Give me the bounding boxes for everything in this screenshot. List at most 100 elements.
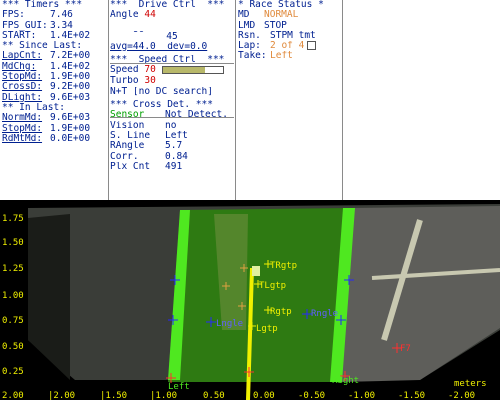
since-label[interactable]: LapCnt:: [2, 51, 50, 61]
y-tick: 1.25: [2, 264, 24, 274]
angle-row: Angle 44: [110, 10, 234, 20]
in-row[interactable]: RdMtMd: 0.0E+00: [2, 134, 106, 144]
lngle-label: Lngle: [216, 319, 243, 329]
cross-row: Sensor Not Detect.: [110, 110, 234, 120]
cross-row: Vision no: [110, 121, 234, 131]
pix-count-label: Plx Cnt: [110, 161, 151, 172]
in-value: 1.9E+00: [50, 123, 91, 134]
speed-row[interactable]: Speed 70: [110, 65, 234, 76]
timer-row: START: 1.4E+02: [2, 31, 106, 41]
rngle-label: Rngle: [311, 309, 338, 319]
target-box: [252, 266, 260, 276]
pix-count-value: 491: [165, 161, 183, 172]
since-value: 1.9E+00: [50, 72, 91, 83]
in-row[interactable]: NormMd: 9.6E+03: [2, 113, 106, 123]
corr-label: Corr.: [110, 151, 139, 162]
x-tick: 0.50: [203, 391, 225, 400]
avg-row[interactable]: avg=44.0 dev=0.0: [110, 42, 234, 52]
cross-det-header: *** Cross Det. ***: [110, 100, 213, 111]
since-label[interactable]: CrossD:: [2, 82, 50, 92]
y-axis: 1.75 1.50 1.25 1.00 0.75 0.50 0.25: [2, 214, 24, 377]
x-tick: -1.00: [348, 391, 375, 400]
reason-value: STPM tmt: [270, 30, 316, 41]
right-label: Right: [332, 376, 359, 386]
y-tick: 1.50: [2, 238, 24, 248]
in-label[interactable]: StopMd:: [2, 124, 50, 134]
since-value: 9.6E+03: [50, 92, 91, 103]
race-status-panel: * Race Status * MD NORMAL LMD STOP Rsn. STP…: [238, 0, 340, 200]
search-row[interactable]: N+T [no DC search]: [110, 87, 234, 97]
timer-value: 7.46: [50, 10, 73, 21]
y-tick: 1.75: [2, 214, 24, 224]
in-label[interactable]: NormMd:: [2, 113, 50, 123]
start-line-value: Left: [165, 130, 188, 141]
search-mode-text[interactable]: N+T [no DC search]: [110, 87, 213, 97]
since-value: 1.4E+02: [50, 61, 91, 72]
sensor-value: Not Detect.: [165, 110, 228, 121]
y-tick: 0.50: [2, 342, 24, 352]
reason-row: Rsn. STPM tmt: [238, 31, 340, 41]
last-mode-label: LMD: [238, 20, 256, 31]
speed-bar[interactable]: [161, 65, 224, 74]
cross-row: Corr. 0.84: [110, 152, 234, 162]
divider: [342, 0, 343, 200]
since-label[interactable]: MdChg:: [2, 62, 50, 72]
since-row[interactable]: StopMd: 1.9E+00: [2, 72, 106, 82]
lap-value[interactable]: 2 of 4: [270, 41, 304, 51]
cross-row: RAngle 5.7: [110, 141, 234, 151]
sensor-label: Sensor: [110, 110, 145, 121]
since-label[interactable]: StopMd:: [2, 72, 50, 82]
timer-label: START:: [2, 30, 37, 41]
x-tick: |1.00: [150, 391, 177, 400]
last-mode-value: STOP: [264, 20, 287, 31]
in-last-header: ** In Last:: [2, 102, 65, 113]
since-row[interactable]: LapCnt: 7.2E+00: [2, 51, 106, 61]
x-tick: 2.00: [2, 391, 24, 400]
timers-header: *** Timers ***: [2, 0, 83, 10]
unit-label: meters: [454, 379, 487, 389]
reason-label: Rsn.: [238, 30, 261, 41]
tr-gtp-label: TRgtp: [270, 261, 297, 271]
since-row[interactable]: MdChg: 1.4E+02: [2, 62, 106, 72]
f7-label: F7: [400, 344, 411, 354]
since-row[interactable]: DLight: 9.6E+03: [2, 93, 106, 103]
y-tick: 1.00: [2, 291, 24, 301]
speed-value: 70: [144, 65, 156, 76]
track-lane: [168, 208, 352, 382]
lap-label: Lap:: [238, 41, 261, 52]
avg-dev-text[interactable]: avg=44.0 dev=0.0: [110, 42, 207, 52]
timer-row: FPS_GUI: 3.34: [2, 21, 106, 31]
control-panel: *** Drive Ctrl *** Angle 44 90 0 45 avg=…: [110, 0, 234, 200]
last-mode-row: LMD STOP: [238, 21, 340, 31]
angle-label: Angle: [110, 10, 139, 21]
l-gtp-label: Lgtp: [256, 324, 278, 334]
lap-checkbox[interactable]: [307, 41, 317, 51]
divider: [108, 0, 109, 200]
cross-row: S. Line Left: [110, 131, 234, 141]
in-label[interactable]: RdMtMd:: [2, 134, 50, 144]
timers-panel: *** Timers *** FPS: 7.46 FPS_GUI: 3.34 STA…: [2, 0, 106, 200]
take-row: Take: Left: [238, 51, 340, 61]
cross-row: Plx Cnt 491: [110, 162, 234, 172]
camera-view[interactable]: TRgtp TLgtp Rgtp Lgtp Lngle Rngle Left R…: [0, 200, 500, 401]
start-line-label: S. Line: [110, 130, 151, 141]
take-label: Take:: [238, 51, 267, 62]
turbo-label: Turbo: [110, 76, 139, 87]
since-label[interactable]: DLight:: [2, 93, 50, 103]
since-row[interactable]: CrossD: 9.2E+00: [2, 82, 106, 92]
take-value: Left: [270, 51, 293, 62]
race-status-header: * Race Status *: [238, 0, 324, 10]
corr-value: 0.84: [165, 151, 188, 162]
x-tick: -2.00: [448, 391, 475, 400]
rangle-label: RAngle: [110, 141, 145, 152]
lap-row[interactable]: Lap: 2 of 4: [238, 41, 340, 51]
angle-value: 44: [144, 10, 156, 21]
vision-value: no: [165, 120, 177, 131]
speed-label: Speed: [110, 65, 139, 76]
turbo-row: Turbo 30: [110, 76, 234, 86]
timer-label: FPS_GUI:: [2, 20, 48, 31]
since-last-header: ** Since Last:: [2, 41, 83, 52]
in-value: 0.0E+00: [50, 133, 91, 144]
in-row[interactable]: StopMd: 1.9E+00: [2, 124, 106, 134]
angle-slider-row[interactable]: 90 0: [110, 21, 234, 31]
